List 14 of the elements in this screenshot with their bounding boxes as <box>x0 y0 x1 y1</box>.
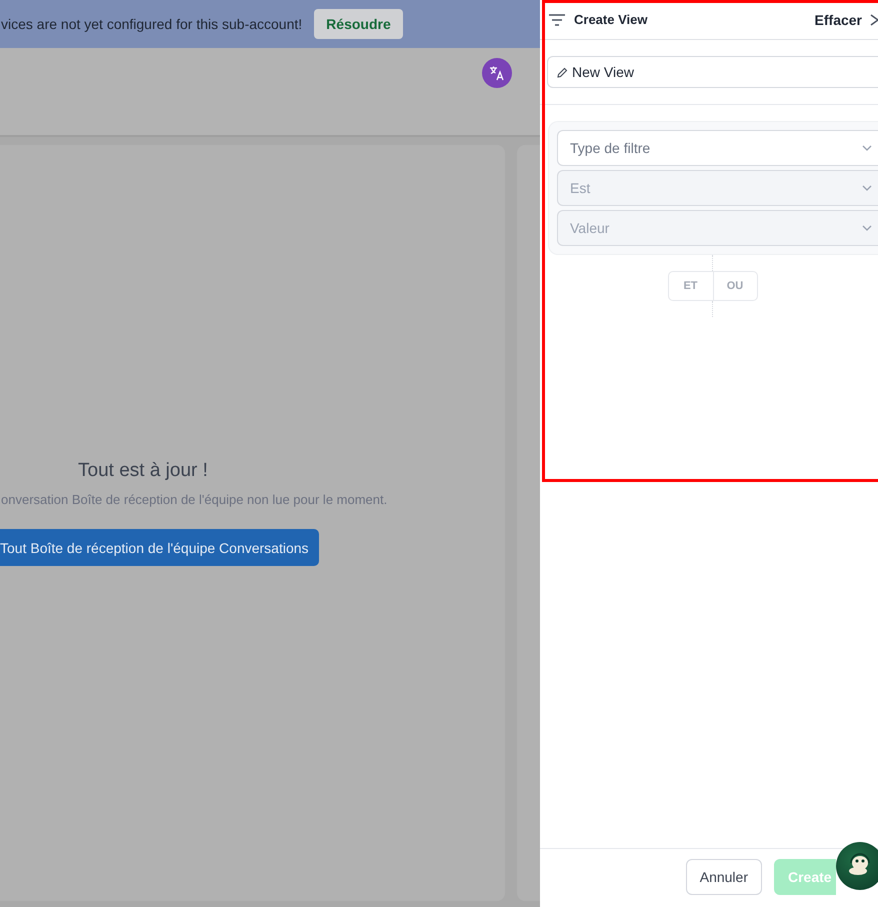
view-conversations-button[interactable]: Tout Boîte de réception de l'équipe Conversations <box>0 529 319 566</box>
banner-message: vices are not yet configured for this sub-account! <box>1 16 302 32</box>
resolve-button[interactable]: Résoudre <box>314 9 403 39</box>
panel-title: Create View <box>574 12 648 27</box>
close-icon[interactable] <box>870 14 878 26</box>
clear-button[interactable]: Effacer <box>814 12 862 28</box>
empty-state-message: onversation Boîte de réception de l'équipe non lue pour le moment. <box>1 492 388 507</box>
translate-icon[interactable] <box>482 58 512 88</box>
empty-state-title: Tout est à jour ! <box>78 460 209 482</box>
filter-select[interactable]: Type de filtre <box>557 130 878 166</box>
filter-icon <box>548 12 566 26</box>
view-name-field[interactable]: New View <box>547 56 878 88</box>
pencil-icon <box>556 67 568 79</box>
cancel-button[interactable]: Annuler <box>686 859 762 895</box>
